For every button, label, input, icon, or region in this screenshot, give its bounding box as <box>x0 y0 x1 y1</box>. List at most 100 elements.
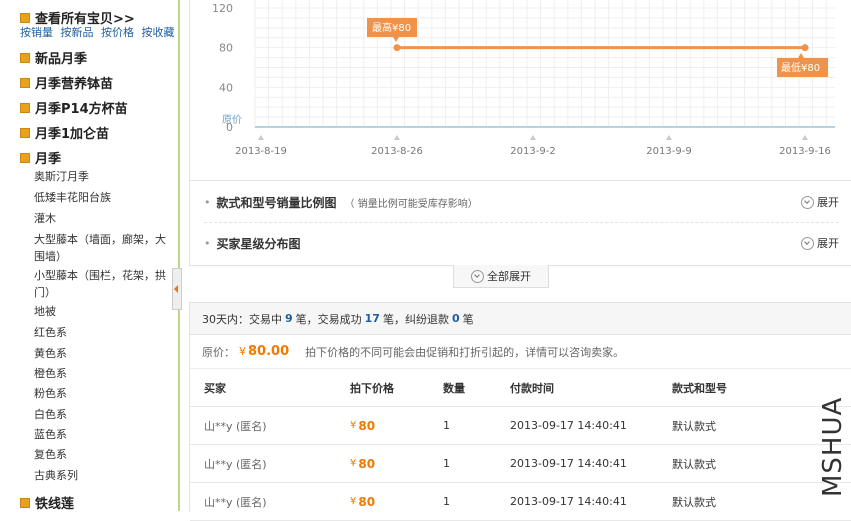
low-price-callout: 最低¥80 <box>777 53 828 77</box>
stats-sections: • 款式和型号销量比例图 （ 销量比例可能受库存影响） 展开 • 买家星级分布图… <box>189 180 851 266</box>
category-clematis[interactable]: 铁线莲 <box>20 493 74 512</box>
transaction-summary: 30天内：交易中 9 笔，交易成功 17 笔，纠纷退款 0 笔 <box>190 303 851 335</box>
quantity: 1 <box>443 457 450 470</box>
style-model: 默认款式 <box>672 495 716 509</box>
subcategory-white[interactable]: 白色系 <box>34 406 174 423</box>
table-row: 山**y (匿名) ¥80 1 2013-09-17 14:40:41 默认款式 <box>190 445 851 483</box>
subcategory-red[interactable]: 红色系 <box>34 324 174 341</box>
subcategory-small-climber[interactable]: 小型藤本（围栏，花架，拱门） <box>34 267 174 301</box>
high-price-callout: 最高¥80 <box>367 18 417 42</box>
expand-style-ratio-button[interactable]: 展开 <box>801 194 839 210</box>
expand-buyer-rating-button[interactable]: 展开 <box>801 235 839 251</box>
pay-time: 2013-09-17 14:40:41 <box>510 495 627 508</box>
price-note: 拍下价格的不同可能会由促销和打折引起的，详情可以咨询卖家。 <box>305 345 625 359</box>
pay-time: 2013-09-17 14:40:41 <box>510 457 627 470</box>
category-1-gallon[interactable]: 月季1加仑苗 <box>20 123 109 142</box>
sort-by-favorites-link[interactable]: 按收藏 <box>142 26 175 39</box>
category-roses[interactable]: 月季 <box>20 148 61 167</box>
bullet-dot-icon: • <box>204 236 211 250</box>
y-tick-label: 40 <box>219 81 233 94</box>
col-style: 款式和型号 <box>672 381 727 395</box>
price-chart-svg: 12080400 原价 2013-8-19 2013-8-26 2013-9-2 20… <box>212 0 835 157</box>
bullet-dot-icon: • <box>204 195 211 209</box>
sort-links: 按销量 按新品 按价格 按收藏 <box>20 24 179 40</box>
style-model: 默认款式 <box>672 457 716 471</box>
style-sales-ratio-section: • 款式和型号销量比例图 （ 销量比例可能受库存影响） 展开 <box>204 182 839 223</box>
deal-price: ¥80 <box>350 418 376 433</box>
success-count: 17 <box>364 312 380 325</box>
x-tick-label: 2013-9-2 <box>510 146 555 157</box>
x-tick-label: 2013-9-9 <box>646 146 691 157</box>
table-header: 买家 拍下价格 数量 付款时间 款式和型号 <box>190 369 851 407</box>
watermark: MSHUA <box>818 397 848 497</box>
col-pay-time: 付款时间 <box>510 381 554 395</box>
col-buyer: 买家 <box>204 381 226 395</box>
original-price-value: 80.00 <box>248 344 290 359</box>
svg-text:MSHUA: MSHUA <box>818 397 848 497</box>
bullet-icon <box>20 52 30 63</box>
quantity: 1 <box>443 419 450 432</box>
buyer-name: 山**y (匿名) <box>204 495 267 509</box>
sort-by-new-link[interactable]: 按新品 <box>61 26 94 39</box>
original-price-label: 原价 <box>222 114 242 126</box>
table-row: 山**y (匿名) ¥80 1 2013-09-17 14:40:41 默认款式 <box>190 483 851 521</box>
bullet-icon <box>20 102 30 113</box>
x-tick-mark <box>666 135 672 140</box>
subcategory-shrub[interactable]: 灌木 <box>34 210 174 227</box>
svg-text:最高¥80: 最高¥80 <box>372 21 411 34</box>
sidebar-collapse-toggle[interactable] <box>172 268 182 310</box>
category-p14-seedlings[interactable]: 月季P14方杯苗 <box>20 98 128 117</box>
subcategory-classic[interactable]: 古典系列 <box>34 467 174 484</box>
x-tick-label: 2013-8-26 <box>371 146 423 157</box>
chevron-down-icon <box>801 236 814 250</box>
price-point-start <box>393 44 401 52</box>
expand-all-button[interactable]: 全部展开 <box>453 265 549 288</box>
pay-time: 2013-09-17 14:40:41 <box>510 419 627 432</box>
x-tick-mark <box>802 135 808 140</box>
subcategory-pink[interactable]: 粉色系 <box>34 385 174 402</box>
subcategory-multicolor[interactable]: 复色系 <box>34 446 174 463</box>
original-price-row: 原价： ¥ 80.00 拍下价格的不同可能会由促销和打折引起的，详情可以咨询卖家… <box>190 335 851 369</box>
bullet-icon <box>20 152 30 163</box>
subcategory-orange[interactable]: 橙色系 <box>34 365 174 382</box>
buyer-name: 山**y (匿名) <box>204 419 267 433</box>
col-quantity: 数量 <box>443 381 465 395</box>
sort-by-sales-link[interactable]: 按销量 <box>20 26 53 39</box>
subcategory-large-climber[interactable]: 大型藤本（墙面，廊架，大围墙） <box>34 231 174 265</box>
x-tick-label: 2013-8-19 <box>235 146 287 157</box>
x-tick-mark <box>530 135 536 140</box>
svg-text:最低¥80: 最低¥80 <box>781 61 820 74</box>
subcategory-ground-cover[interactable]: 地被 <box>34 303 174 320</box>
quantity: 1 <box>443 495 450 508</box>
x-tick-mark <box>258 135 264 140</box>
buyer-name: 山**y (匿名) <box>204 457 267 471</box>
subcategory-blue[interactable]: 蓝色系 <box>34 426 174 443</box>
price-trend-chart: 120 80 40 0 原价 2013-8-19 2013-8-26 2013-9-2 20… <box>189 0 851 181</box>
col-price: 拍下价格 <box>350 381 394 395</box>
category-new-roses[interactable]: 新品月季 <box>20 48 87 67</box>
deal-price: ¥80 <box>350 456 376 471</box>
bullet-icon <box>20 127 30 138</box>
bullet-icon <box>20 77 30 88</box>
deal-price: ¥80 <box>350 494 376 509</box>
chevron-down-icon <box>471 269 484 283</box>
x-tick-mark <box>394 135 400 140</box>
subcategory-yellow[interactable]: 黄色系 <box>34 345 174 362</box>
category-sidebar: 查看所有宝贝>> 按销量 按新品 按价格 按收藏 新品月季 月季营养钵苗 月季P… <box>10 0 180 512</box>
buyer-rating-section: • 买家星级分布图 展开 <box>204 235 839 251</box>
main-panel: 120 80 40 0 原价 2013-8-19 2013-8-26 2013-9-2 20… <box>189 0 851 521</box>
category-pot-seedlings[interactable]: 月季营养钵苗 <box>20 73 113 92</box>
bullet-icon <box>20 12 30 23</box>
y-tick-label: 80 <box>219 42 233 55</box>
in-progress-count: 9 <box>285 312 293 325</box>
sort-by-price-link[interactable]: 按价格 <box>101 26 134 39</box>
price-point-end <box>801 44 809 52</box>
subcategory-austin[interactable]: 奥斯汀月季 <box>34 168 174 185</box>
chevron-down-icon <box>801 195 814 209</box>
dispute-count: 0 <box>451 312 460 325</box>
transaction-records: 30天内：交易中 9 笔，交易成功 17 笔，纠纷退款 0 笔 原价： ¥ 80… <box>189 302 851 521</box>
y-tick-label: 120 <box>212 2 233 15</box>
style-model: 默认款式 <box>672 419 716 433</box>
subcategory-low-floribunda[interactable]: 低矮丰花阳台族 <box>34 189 174 206</box>
bullet-icon <box>20 497 30 508</box>
